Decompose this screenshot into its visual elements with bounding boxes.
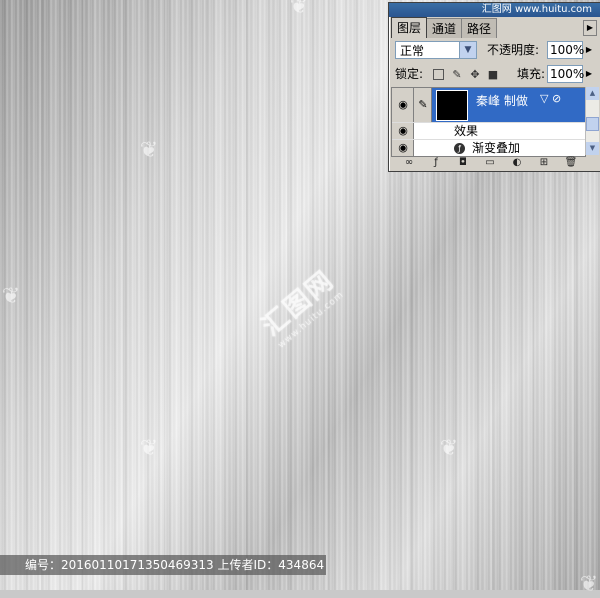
tab-channels[interactable]: 通道: [426, 18, 463, 38]
lock-all-icon[interactable]: ■: [487, 69, 499, 81]
new-group-icon[interactable]: ▭: [483, 156, 497, 170]
opacity-label: 不透明度:: [487, 43, 540, 57]
eye-icon[interactable]: ◉: [396, 99, 410, 110]
watermark-logo-icon: ❦: [579, 572, 599, 597]
layer-thumbnail[interactable]: [436, 90, 468, 121]
lock-transparency-icon[interactable]: [433, 69, 444, 80]
adjustment-layer-icon[interactable]: ◐: [510, 156, 524, 170]
blend-mode-select[interactable]: 正常 ▼: [395, 41, 477, 59]
opacity-slider-arrow-icon[interactable]: ▶: [584, 42, 594, 58]
blend-mode-value: 正常: [400, 44, 425, 58]
trash-icon[interactable]: 🗑: [564, 156, 578, 170]
layers-panel: 汇图网 www.huitu.com 图层 通道 路径 ▶ 正常 ▼ 不透明度: …: [388, 2, 600, 172]
effect-item-row[interactable]: ◉ ƒ 渐变叠加: [392, 139, 585, 156]
effects-row[interactable]: ◉ 效果: [392, 122, 585, 140]
eye-icon[interactable]: ◉: [396, 125, 410, 136]
visibility-cell[interactable]: ◉: [392, 140, 414, 156]
tab-paths[interactable]: 路径: [461, 18, 498, 38]
layer-name[interactable]: 秦峰 制做: [476, 92, 528, 109]
lock-label: 锁定:: [395, 67, 424, 81]
link-layers-icon[interactable]: ∞: [402, 156, 416, 170]
panel-menu-button[interactable]: ▶: [583, 20, 597, 36]
tab-layers[interactable]: 图层: [391, 17, 428, 38]
brush-icon: ✎: [418, 98, 428, 111]
layers-scrollbar[interactable]: ▲ ▼: [585, 87, 599, 155]
fill-field[interactable]: 100%: [547, 65, 585, 83]
fill-slider-arrow-icon[interactable]: ▶: [584, 66, 594, 82]
lock-brush-icon[interactable]: ✎: [451, 69, 463, 81]
visibility-cell[interactable]: ◉: [392, 123, 414, 140]
fill-label: 填充:: [517, 67, 546, 81]
eye-icon[interactable]: ◉: [396, 142, 410, 153]
scroll-thumb[interactable]: [586, 117, 599, 131]
effect-item-label: 渐变叠加: [472, 141, 521, 155]
opacity-value: 100%: [550, 43, 585, 57]
lock-fill-row: 锁定: ✎ ✥ ■ 填充: 100% ▶: [395, 65, 595, 85]
fill-value: 100%: [550, 67, 585, 81]
effect-icon: ƒ: [454, 143, 465, 154]
effects-label: 效果: [454, 124, 479, 138]
watermark-logo-icon: ❦: [139, 138, 159, 163]
add-mask-icon[interactable]: ◘: [456, 156, 470, 170]
scroll-up-icon[interactable]: ▲: [586, 87, 599, 100]
watermark-logo-icon: ❦: [139, 436, 159, 461]
watermark-logo-icon: ❦: [439, 436, 459, 461]
new-layer-icon[interactable]: ⊞: [537, 156, 551, 170]
opacity-field[interactable]: 100%: [547, 41, 585, 59]
layers-bottom-toolbar: ∞ ƒ ◘ ▭ ◐ ⊞ 🗑: [389, 156, 600, 170]
layer-link-cell[interactable]: ✎: [414, 88, 432, 122]
watermark-logo-icon: ❦: [289, 0, 309, 19]
visibility-cell[interactable]: ◉: [392, 88, 414, 122]
layers-list: ◉ ✎ 秦峰 制做 ▽ ⊘ ◉ 效果 ◉ ƒ 渐变叠加: [391, 87, 586, 157]
add-style-icon[interactable]: ƒ: [429, 156, 443, 170]
layer-row[interactable]: ◉ ✎ 秦峰 制做 ▽ ⊘: [392, 88, 585, 122]
panel-tabs: 图层 通道 路径: [391, 17, 498, 38]
site-watermark-text: 汇图网 www.huitu.com: [481, 4, 592, 15]
footer-caption: 编号：20160110171350469313 上传者ID：434864: [0, 555, 326, 575]
effects-toggle-icon[interactable]: ▽ ⊘: [540, 92, 561, 105]
chevron-down-icon[interactable]: ▼: [459, 42, 476, 58]
lock-move-icon[interactable]: ✥: [469, 69, 481, 81]
watermark-logo-icon: ❦: [1, 284, 21, 309]
scroll-down-icon[interactable]: ▼: [586, 142, 599, 155]
blend-opacity-row: 正常 ▼ 不透明度: 100% ▶: [395, 41, 595, 61]
